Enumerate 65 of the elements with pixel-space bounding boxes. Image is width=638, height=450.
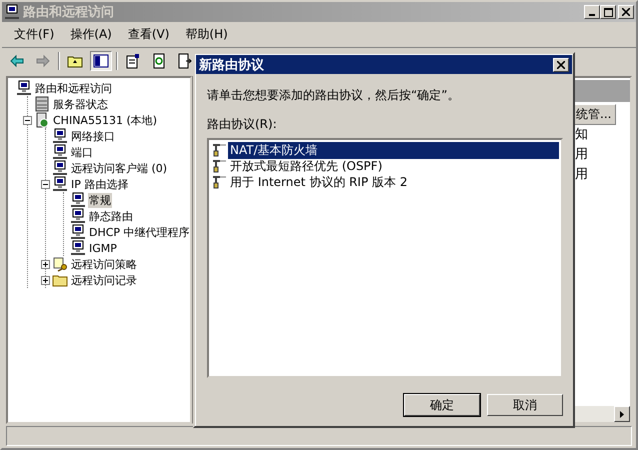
back-arrow-icon [9,53,25,69]
tree-toggle-button[interactable] [90,51,112,71]
connector-icon [211,175,227,189]
tree-item[interactable]: CHINA55131 (本地) [52,112,158,128]
tree-item[interactable]: 远程访问记录 [70,272,138,288]
collapse-toggle[interactable] [41,180,50,188]
tree-item[interactable]: 服务器状态 [52,96,109,112]
table-cell-text: 用 [575,146,589,164]
expand-toggle[interactable] [41,276,50,284]
computer-icon [52,144,68,160]
scroll-right-button[interactable] [614,406,630,422]
computer-icon [70,240,86,256]
refresh-icon [151,53,167,69]
tree-item[interactable]: 远程访问策略 [70,256,138,272]
list-label: 路由协议(R): [207,116,278,133]
computer-icon [70,192,86,208]
list-item[interactable]: 用于 Internet 协议的 RIP 版本 2 [228,174,559,190]
close-icon [557,60,565,68]
collapse-toggle[interactable] [23,116,32,124]
close-button[interactable] [618,5,634,19]
forward-arrow-icon [35,53,51,69]
computer-icon [70,224,86,240]
tree-item[interactable]: 网络接口 [70,128,116,144]
table-cell-text: 用 [575,166,589,184]
computer-icon [52,160,68,176]
tree-item[interactable]: IGMP [88,242,118,254]
right-arrow-icon [620,410,624,418]
tree-item[interactable]: 端口 [70,144,94,160]
tree-item[interactable]: IP 路由选择 [70,176,130,192]
list-item[interactable]: 开放式最短路径优先 (OSPF) [228,158,559,174]
maximize-button[interactable] [600,5,616,19]
computer-icon [52,128,68,144]
tree-item[interactable]: 远程访问客户端 (0) [70,160,168,176]
connector-icon [211,159,227,173]
server-icon [34,96,50,112]
list-item[interactable]: NAT/基本防火墙 [228,142,559,158]
minimize-button[interactable] [584,5,600,19]
server-icon [34,112,50,128]
properties-icon [125,53,141,69]
window-title: 路由和远程访问 [23,4,114,21]
tree-item[interactable]: 常规 [88,192,112,208]
tree-item[interactable]: 路由和远程访问 [34,80,113,96]
menu-item[interactable]: 操作(A) [64,25,118,44]
column-header[interactable]: 统管... [573,104,616,125]
close-button[interactable] [553,58,569,72]
computer-icon [4,4,20,20]
menu-item[interactable]: 查看(V) [122,25,176,44]
connector-icon [211,143,227,157]
protocol-list[interactable]: NAT/基本防火墙 开放式最短路径优先 (OSPF) 用于 Internet 协议的 RIP 版本 2 [207,138,563,378]
cancel-button[interactable]: 取消 [487,394,563,416]
close-icon [622,8,630,16]
expand-toggle[interactable] [41,260,50,268]
computer-icon [70,208,86,224]
panes-icon [93,53,109,69]
menu-item[interactable]: 文件(F) [8,25,60,44]
dialog-title: 新路由协议 [199,56,264,74]
scroll-key-icon [52,256,68,272]
ok-button[interactable]: 确定 [404,394,480,416]
tree-item[interactable]: DHCP 中继代理程序 [88,224,190,240]
maximize-icon [604,8,612,16]
instruction-text: 请单击您想要添加的路由协议，然后按“确定”。 [207,87,460,104]
menu-item[interactable]: 帮助(H) [179,25,234,44]
table-cell-text: 知 [575,126,589,144]
export-list-icon [177,53,193,69]
tree-item[interactable]: 静态路由 [88,208,134,224]
